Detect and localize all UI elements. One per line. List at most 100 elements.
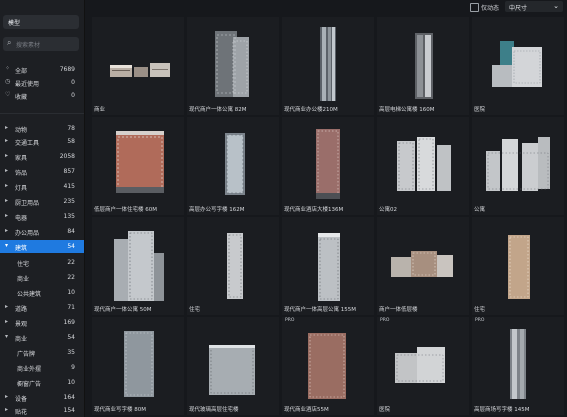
sidebar-item-count: 2058 — [59, 153, 75, 160]
sidebar-item-office[interactable]: ▸ 办公用品 84 — [0, 225, 84, 238]
asset-card[interactable]: 医院 — [472, 17, 564, 115]
asset-card[interactable]: 现代商业写字楼 80M — [92, 317, 184, 415]
asset-card[interactable]: 现代商户一体公寓 82M — [187, 17, 279, 115]
building-thumbnail — [510, 329, 526, 399]
sidebar-item-architecture[interactable]: ▾ 建筑 54 — [0, 240, 84, 253]
heart-icon: ♡ — [5, 91, 11, 98]
asset-card[interactable]: 现代商户一体公寓 50M — [92, 217, 184, 315]
asset-card[interactable]: 现代商业酒店大楼136M — [282, 117, 374, 215]
asset-label: 现代商业酒店55M — [284, 407, 329, 413]
sidebar-item-recent[interactable]: ◷ 最近使用 0 — [0, 76, 84, 89]
sidebar-item-label: 饰品 — [15, 170, 28, 177]
sidebar-item-count: 9 — [71, 364, 75, 371]
sidebar-item-count: 54 — [67, 243, 75, 250]
sidebar-item-count: 857 — [63, 168, 75, 175]
asset-label: 高层商场写字楼 145M — [474, 407, 530, 413]
asset-label: 现代商业酒店大楼136M — [284, 207, 344, 213]
sidebar-item-favorites[interactable]: ♡ 收藏 0 — [0, 89, 84, 102]
asset-label: 住宅 — [474, 307, 486, 313]
sidebar-item-decals[interactable]: ▸ 贴花 154 — [0, 404, 84, 417]
asset-card[interactable]: 高层办公写字楼 162M — [187, 117, 279, 215]
thumbnail-size-select[interactable]: 中尺寸 ⌄ — [505, 1, 563, 12]
dynamic-only-label: 仅动态 — [481, 5, 500, 12]
search-input[interactable]: ⌕ 搜索素材 — [3, 37, 79, 51]
model-type-select[interactable]: 模型 ⌄ — [3, 15, 79, 29]
chevron-right-icon: ▸ — [5, 137, 9, 144]
asset-label: 高层办公写字楼 162M — [189, 207, 245, 213]
sidebar-item-billboards[interactable]: 广告牌 35 — [0, 346, 84, 359]
asset-label: 现代商户一体公寓 50M — [94, 307, 152, 313]
sidebar-item-appliances[interactable]: ▸ 电器 135 — [0, 210, 84, 223]
building-thumbnail — [318, 233, 340, 301]
asset-label: 现代商户一体公寓 82M — [189, 107, 247, 113]
building-thumbnail — [395, 347, 445, 383]
building-thumbnail — [486, 137, 550, 191]
building-thumbnail — [492, 41, 542, 87]
asset-card[interactable]: 现代玻璃高层住宅楼 — [187, 317, 279, 415]
sidebar-item-public-buildings[interactable]: 公共建筑 10 — [0, 286, 84, 299]
asset-card[interactable]: 公寓02 — [377, 117, 469, 215]
chevron-right-icon: ▸ — [5, 303, 9, 310]
building-thumbnail — [225, 133, 245, 195]
building-thumbnail — [391, 251, 453, 277]
sidebar-item-all[interactable]: ⁘ 全部 7689 — [0, 63, 84, 76]
chevron-right-icon: ▸ — [5, 406, 9, 413]
search-placeholder: 搜索素材 — [16, 42, 41, 49]
sidebar-item-count: 169 — [63, 319, 75, 326]
asset-card[interactable]: 高层电梯公寓楼 160M — [377, 17, 469, 115]
asset-card[interactable]: 现代商户一体高层公寓 155M — [282, 217, 374, 315]
asset-card[interactable]: 公寓 — [472, 117, 564, 215]
sidebar-item-label: 灯具 — [15, 185, 28, 192]
chevron-right-icon: ▸ — [5, 182, 9, 189]
sidebar-item-label: 厨卫用品 — [15, 200, 40, 207]
sidebar-item-count: 10 — [67, 289, 75, 296]
sidebar-item-label: 商业外摆 — [17, 366, 42, 373]
sidebar-item-furniture[interactable]: ▸ 家具 2058 — [0, 150, 84, 163]
sidebar-item-count: 58 — [67, 138, 75, 145]
sidebar-item-label: 最近使用 — [15, 81, 40, 88]
asset-card[interactable]: 商户一体低层楼 — [377, 217, 469, 315]
sidebar-item-outdoor-stalls[interactable]: 商业外摆 9 — [0, 361, 84, 374]
sidebar-item-landscape[interactable]: ▸ 景观 169 — [0, 316, 84, 329]
sidebar-item-decor[interactable]: ▸ 饰品 857 — [0, 165, 84, 178]
sidebar-item-animals[interactable]: ▸ 动物 78 — [0, 122, 84, 135]
asset-card[interactable]: 住宅 — [472, 217, 564, 315]
sidebar-item-label: 电器 — [15, 215, 28, 222]
sidebar-item-commercial[interactable]: 商业 22 — [0, 271, 84, 284]
sidebar-item-label: 交通工具 — [15, 140, 40, 147]
sidebar-item-label: 广告牌 — [17, 351, 36, 358]
sidebar-item-roads[interactable]: ▸ 道路 71 — [0, 301, 84, 314]
asset-label: 现代商业办公楼210M — [284, 107, 338, 113]
chevron-right-icon: ▸ — [5, 393, 9, 400]
sidebar-item-count: 0 — [71, 79, 75, 86]
asset-card[interactable]: PRO 高层商场写字楼 145M — [472, 317, 564, 415]
sidebar-item-kitchen-bath[interactable]: ▸ 厨卫用品 235 — [0, 195, 84, 208]
sidebar-item-vehicles[interactable]: ▸ 交通工具 58 — [0, 135, 84, 148]
sidebar-item-commerce[interactable]: ▾ 商业 54 — [0, 331, 84, 344]
asset-card[interactable]: PRO 医院 — [377, 317, 469, 415]
chevron-down-icon: ▾ — [5, 333, 9, 340]
building-thumbnail — [227, 233, 243, 299]
sidebar-item-residential[interactable]: 住宅 22 — [0, 256, 84, 269]
chevron-right-icon: ▸ — [5, 167, 9, 174]
sidebar-item-count: 415 — [63, 183, 75, 190]
grid-icon: ⁘ — [5, 65, 11, 72]
sidebar-item-count: 0 — [71, 92, 75, 99]
building-thumbnail — [209, 345, 255, 395]
top-toolbar: 仅动态 中尺寸 ⌄ — [85, 0, 567, 15]
building-thumbnail — [397, 137, 451, 191]
asset-card[interactable]: PRO 现代商业酒店55M — [282, 317, 374, 415]
sidebar-item-lighting[interactable]: ▸ 灯具 415 — [0, 180, 84, 193]
dynamic-only-checkbox[interactable] — [470, 3, 479, 12]
sidebar-item-equipment[interactable]: ▸ 设备 164 — [0, 391, 84, 404]
sidebar-item-label: 商业 — [17, 276, 30, 283]
asset-card[interactable]: 住宅 — [187, 217, 279, 315]
asset-label: 公寓 — [474, 207, 486, 213]
asset-card[interactable]: 现代商业办公楼210M — [282, 17, 374, 115]
asset-label: 医院 — [474, 107, 486, 113]
asset-card[interactable]: 低层商户一体住宅楼 60M — [92, 117, 184, 215]
sidebar-item-window-ads[interactable]: 橱窗广告 10 — [0, 376, 84, 389]
sidebar-item-count: 78 — [67, 125, 75, 132]
asset-card[interactable]: 商业 — [92, 17, 184, 115]
building-thumbnail — [415, 33, 433, 99]
